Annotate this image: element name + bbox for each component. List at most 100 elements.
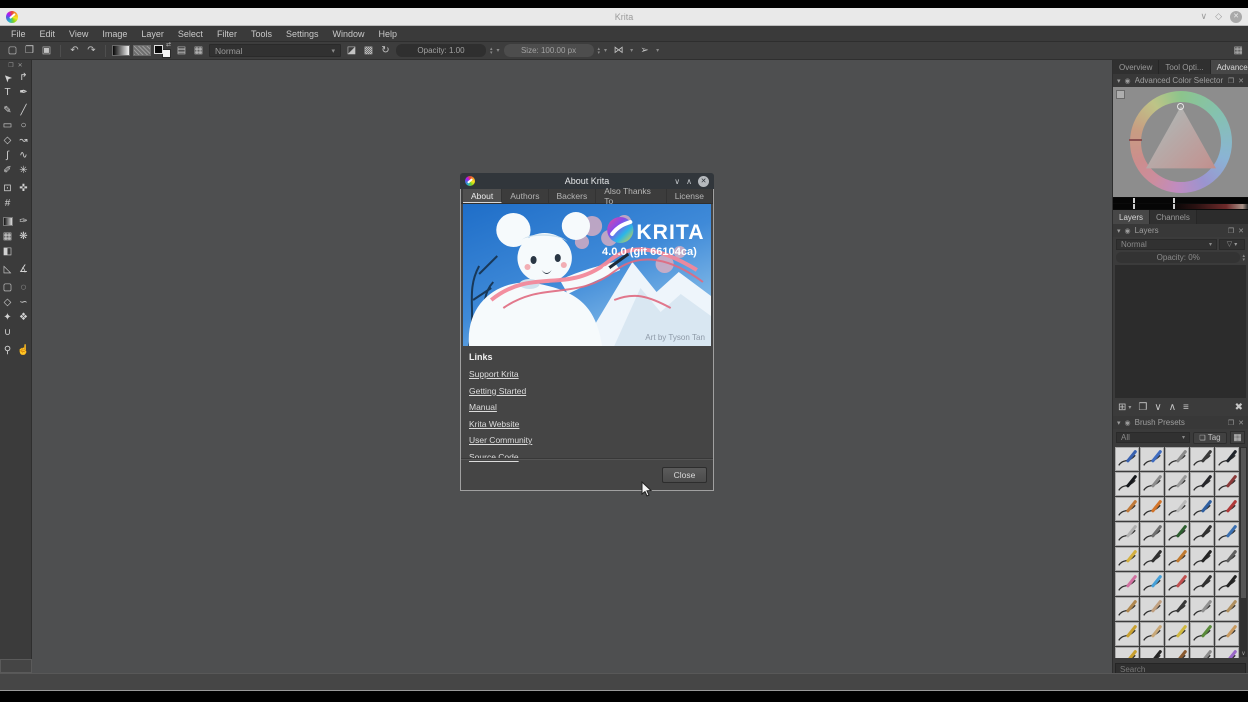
tab-channels[interactable]: Channels	[1150, 210, 1197, 224]
brush-preset-thumbnail[interactable]	[1190, 622, 1214, 646]
brush-preset-thumbnail[interactable]	[1190, 572, 1214, 596]
brush-preset-thumbnail[interactable]	[1215, 572, 1239, 596]
link-getting-started[interactable]: Getting Started	[469, 386, 705, 396]
link-user-community[interactable]: User Community	[469, 435, 705, 445]
slider-handle[interactable]	[1133, 204, 1135, 209]
brush-preset-thumbnail[interactable]	[1140, 647, 1164, 658]
mirror-tool-icon[interactable]: ⋈	[611, 43, 626, 58]
line-tool[interactable]: ╱	[16, 103, 32, 118]
link-manual[interactable]: Manual	[469, 402, 705, 412]
brush-preset-thumbnail[interactable]	[1165, 597, 1189, 621]
brush-presets-icon[interactable]: ▦	[191, 43, 206, 58]
dialog-titlebar[interactable]: About Krita ∨ ∧ ✕	[460, 173, 714, 189]
bezier-curve-tool[interactable]: ∫	[0, 148, 16, 163]
dynamic-brush-tool[interactable]: ✐	[0, 163, 16, 178]
brush-preset-thumbnail[interactable]	[1115, 622, 1139, 646]
freehand-select-tool[interactable]: ∽	[16, 295, 32, 310]
menu-window[interactable]: Window	[325, 29, 371, 39]
docker-pin-icon[interactable]: ◉	[1125, 227, 1131, 235]
assistants-tool[interactable]: ◺	[0, 262, 16, 277]
brush-preset-thumbnail[interactable]	[1215, 622, 1239, 646]
menu-file[interactable]: File	[4, 29, 33, 39]
transform-tool[interactable]: ⊡	[0, 181, 16, 196]
dialog-tab-license[interactable]: License	[667, 189, 713, 203]
add-layer-button[interactable]: ⊞	[1118, 403, 1126, 413]
ellipse-select-tool[interactable]: ◌	[16, 280, 32, 295]
brush-preset-thumbnail[interactable]	[1165, 497, 1189, 521]
multibrush-tool[interactable]: ✳	[16, 163, 32, 178]
magnetic-select-tool[interactable]: ∪	[0, 325, 16, 340]
brush-preset-thumbnail[interactable]	[1190, 472, 1214, 496]
brush-preset-thumbnail[interactable]	[1165, 572, 1189, 596]
float-docker-icon[interactable]: ❐	[1228, 227, 1234, 235]
tab-layers[interactable]: Layers	[1113, 210, 1150, 224]
tag-button[interactable]: ❏ Tag	[1193, 432, 1227, 444]
color-picker-tool[interactable]: ✑	[16, 214, 32, 229]
menu-view[interactable]: View	[62, 29, 95, 39]
docker-tab-overview[interactable]: Overview	[1113, 60, 1159, 74]
save-document-icon[interactable]: ▣	[39, 43, 54, 58]
brush-preset-thumbnail[interactable]	[1140, 447, 1164, 471]
move-layer-down-button[interactable]: ∨	[1154, 403, 1161, 413]
dialog-shade-down-icon[interactable]: ∨	[674, 177, 680, 186]
brush-preset-thumbnail[interactable]	[1115, 522, 1139, 546]
brush-preset-thumbnail[interactable]	[1140, 497, 1164, 521]
color-selector-settings-icon[interactable]	[1116, 90, 1125, 99]
slider-handle[interactable]	[1173, 198, 1175, 203]
layer-opacity-slider[interactable]: Opacity: 0%	[1116, 252, 1240, 263]
layer-properties-button[interactable]: ≡	[1183, 403, 1189, 413]
collapse-docker-icon[interactable]: ▾	[1117, 227, 1121, 235]
close-button[interactable]: Close	[662, 467, 707, 483]
redo-icon[interactable]: ↷	[84, 43, 99, 58]
brush-tag-filter-dropdown[interactable]: All ▾	[1116, 432, 1190, 443]
freehand-path-tool[interactable]: ∿	[16, 148, 32, 163]
brush-preset-thumbnail[interactable]	[1140, 472, 1164, 496]
dialog-tab-backers[interactable]: Backers	[549, 189, 597, 203]
brush-preset-thumbnail[interactable]	[1140, 622, 1164, 646]
menu-layer[interactable]: Layer	[134, 29, 171, 39]
polyline-tool[interactable]: ↝	[16, 133, 32, 148]
brush-preset-thumbnail[interactable]	[1115, 647, 1139, 658]
layer-list[interactable]	[1115, 265, 1246, 398]
open-document-icon[interactable]: ❐	[22, 43, 37, 58]
close-docker-icon[interactable]: ✕	[1238, 419, 1244, 427]
brush-preset-thumbnail[interactable]	[1190, 497, 1214, 521]
dialog-close-icon[interactable]: ✕	[698, 176, 709, 187]
gradient-tool[interactable]	[0, 214, 16, 229]
dialog-tab-about[interactable]: About	[463, 189, 502, 203]
close-docker-icon[interactable]: ✕	[1238, 77, 1244, 85]
calligraphy-tool[interactable]: ✒	[16, 85, 32, 100]
color-slider-bar[interactable]	[1113, 198, 1248, 203]
delete-layer-button[interactable]: ✖	[1235, 403, 1243, 413]
new-document-icon[interactable]: ▢	[5, 43, 20, 58]
brush-preset-thumbnail[interactable]	[1190, 447, 1214, 471]
menu-select[interactable]: Select	[171, 29, 210, 39]
scrollbar-down-icon[interactable]: ∨	[1240, 650, 1247, 657]
brush-preset-thumbnail[interactable]	[1140, 572, 1164, 596]
brush-preset-thumbnail[interactable]	[1190, 647, 1214, 658]
docker-tab-tool-opti[interactable]: Tool Opti...	[1159, 60, 1210, 74]
swap-colors-icon[interactable]: ⇄	[166, 41, 171, 48]
pattern-chooser[interactable]	[133, 45, 151, 56]
brush-preset-thumbnail[interactable]	[1165, 447, 1189, 471]
rect-select-tool[interactable]: ▢	[0, 280, 16, 295]
close-docker-icon[interactable]: ✕	[18, 62, 23, 69]
menu-tools[interactable]: Tools	[244, 29, 279, 39]
brush-preset-thumbnail[interactable]	[1140, 547, 1164, 571]
menu-image[interactable]: Image	[95, 29, 134, 39]
link-krita-website[interactable]: Krita Website	[469, 419, 705, 429]
brush-preset-thumbnail[interactable]	[1190, 597, 1214, 621]
freehand-brush-tool[interactable]: ✎	[0, 103, 16, 118]
pan-tool[interactable]: ☝	[16, 343, 32, 358]
docker-pin-icon[interactable]: ◉	[1125, 419, 1131, 427]
similar-select-tool[interactable]: ✦	[0, 310, 16, 325]
float-docker-icon[interactable]: ❐	[1228, 77, 1234, 85]
chevron-down-icon[interactable]: ▾	[656, 47, 659, 54]
layer-blend-mode-dropdown[interactable]: Normal ▾	[1116, 239, 1217, 250]
size-spinner[interactable]: ▴▾	[598, 47, 601, 55]
blend-mode-dropdown[interactable]: Normal ▾	[209, 44, 341, 57]
dialog-tab-authors[interactable]: Authors	[502, 189, 548, 203]
brush-preset-thumbnail[interactable]	[1115, 572, 1139, 596]
move-layer-up-button[interactable]: ∧	[1169, 403, 1176, 413]
pattern-edit-tool[interactable]: ▦	[0, 229, 16, 244]
